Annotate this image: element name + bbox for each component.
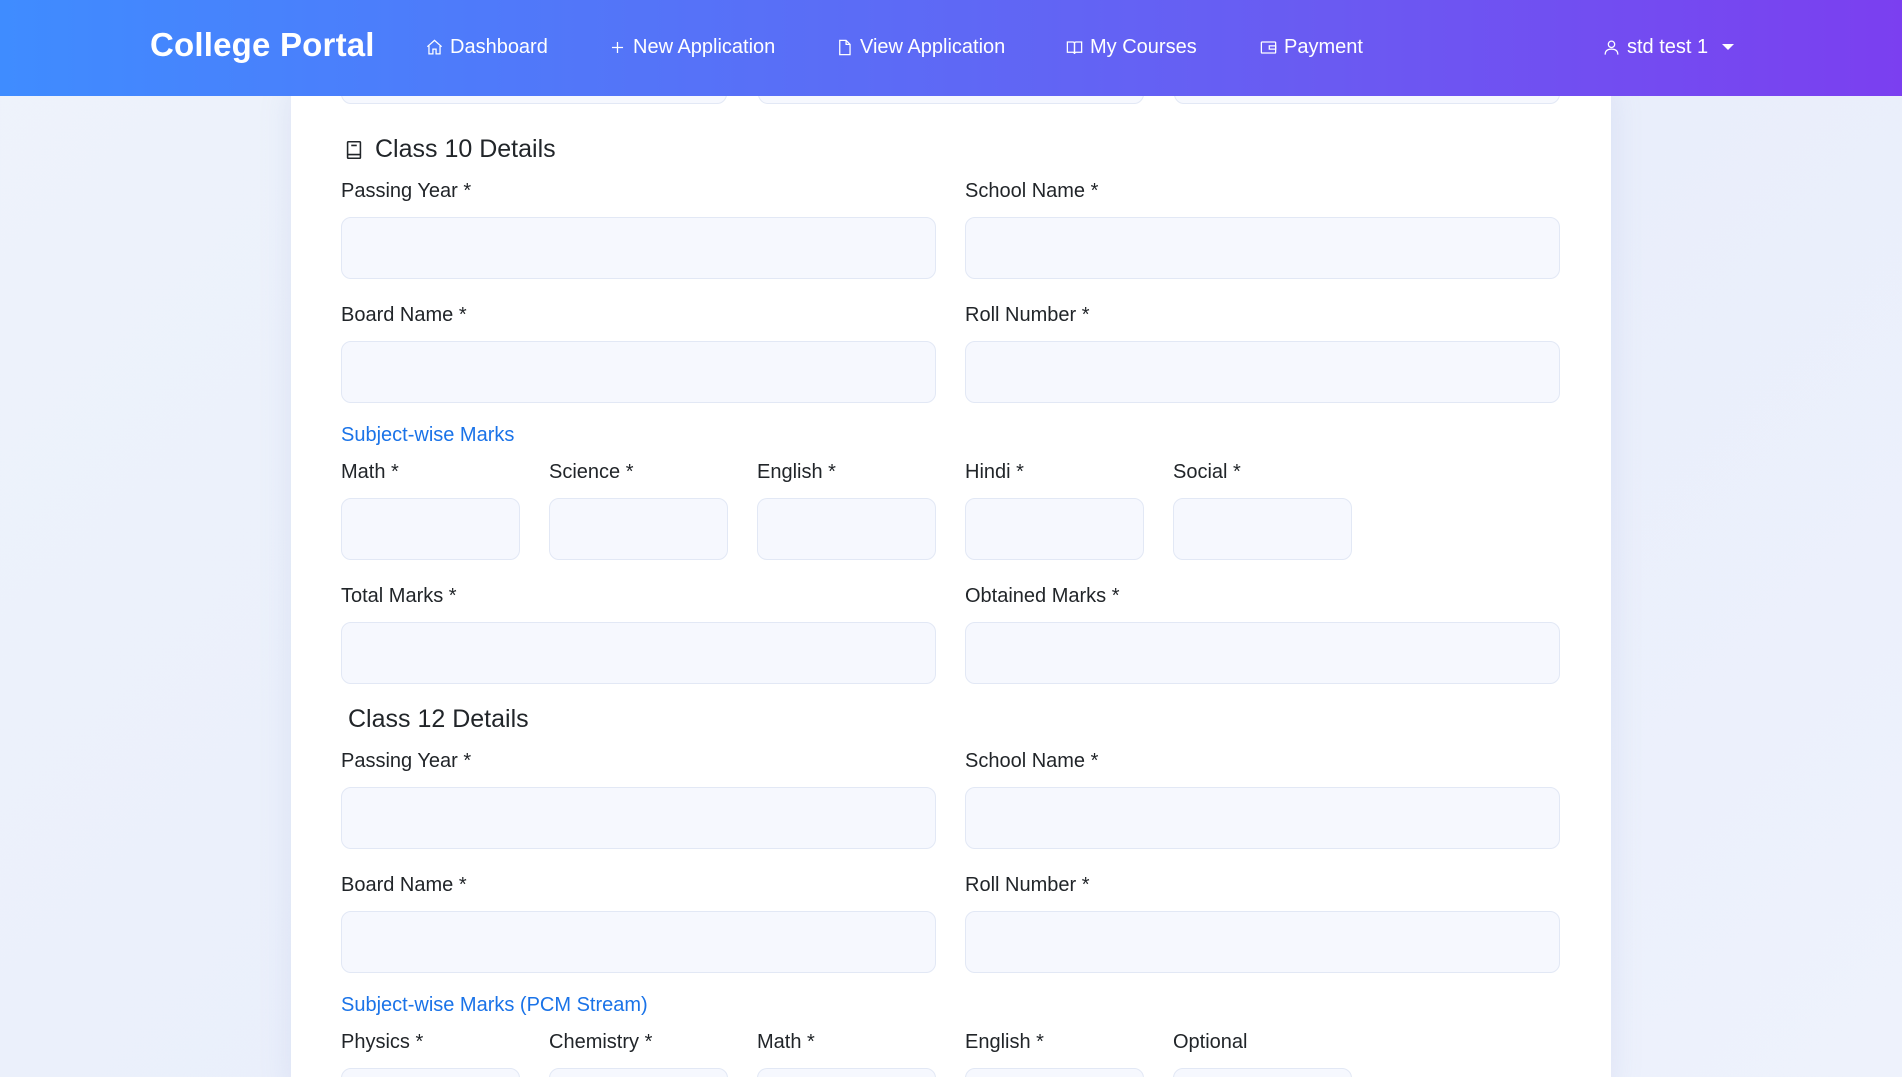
class10-math-input[interactable] [341,498,520,560]
class12-board-name-label: Board Name * [341,874,467,896]
class12-english-label: English * [965,1031,1044,1053]
class10-obtained-marks-input[interactable] [965,622,1560,684]
class10-title-text: Class 10 Details [375,135,556,163]
brand-logo[interactable]: College Portal [150,26,375,64]
class10-hindi-label: Hindi * [965,461,1024,483]
class10-marks-subtitle: Subject-wise Marks [341,424,515,446]
class10-hindi-input[interactable] [965,498,1144,560]
class10-math-label: Math * [341,461,399,483]
class10-school-name-label: School Name * [965,180,1099,202]
top-navbar: College Portal Dashboard New Application… [0,0,1902,96]
class10-board-name-label: Board Name * [341,304,467,326]
class10-passing-year-input[interactable] [341,217,936,279]
class12-math-label: Math * [757,1031,815,1053]
class10-school-name-input[interactable] [965,217,1560,279]
class10-roll-number-input[interactable] [965,341,1560,403]
nav-new-application-label: New Application [633,35,776,58]
class12-section-title: Class 12 Details [348,705,529,734]
book-open-icon [1066,40,1083,54]
nav-my-courses[interactable]: My Courses [1065,34,1197,60]
class10-science-label: Science * [549,461,634,483]
class12-roll-number-input[interactable] [965,911,1560,973]
class10-total-marks-label: Total Marks * [341,585,457,607]
class12-school-name-input[interactable] [965,787,1560,849]
class10-total-marks-input[interactable] [341,622,936,684]
class12-chemistry-input[interactable] [549,1068,728,1077]
application-form-card: Class 10 Details Passing Year * School N… [291,50,1611,1077]
class12-passing-year-input[interactable] [341,787,936,849]
file-icon [839,39,851,55]
class10-social-label: Social * [1173,461,1241,483]
class10-obtained-marks-label: Obtained Marks * [965,585,1120,607]
class12-physics-label: Physics * [341,1031,424,1053]
nav-dashboard[interactable]: Dashboard [425,34,548,60]
class12-board-name-input[interactable] [341,911,936,973]
nav-payment-label: Payment [1284,35,1363,58]
class10-board-name-input[interactable] [341,341,936,403]
class12-chemistry-label: Chemistry * [549,1031,653,1053]
plus-icon [611,41,624,53]
class12-math-input[interactable] [757,1068,936,1077]
class10-english-input[interactable] [757,498,936,560]
user-icon [1604,40,1619,55]
class12-title-text: Class 12 Details [348,705,529,733]
class10-social-input[interactable] [1173,498,1352,560]
class12-marks-subtitle: Subject-wise Marks (PCM Stream) [341,994,648,1016]
nav-payment[interactable]: Payment [1259,34,1363,60]
book-icon [346,140,362,159]
nav-view-application[interactable]: View Application [835,34,1005,60]
user-menu-toggle[interactable]: std test 1 [1602,34,1735,60]
chevron-down-icon [1722,44,1735,50]
class12-roll-number-label: Roll Number * [965,874,1090,896]
class12-english-input[interactable] [965,1068,1144,1077]
nav-new-application[interactable]: New Application [608,34,775,60]
class12-optional-label: Optional [1173,1031,1248,1053]
class12-school-name-label: School Name * [965,750,1099,772]
class10-science-input[interactable] [549,498,728,560]
class12-optional-input[interactable] [1173,1068,1352,1077]
class10-section-title: Class 10 Details [343,135,556,164]
nav-my-courses-label: My Courses [1090,35,1197,58]
class10-passing-year-label: Passing Year * [341,180,472,202]
class12-physics-input[interactable] [341,1068,520,1077]
home-icon [426,39,443,54]
nav-dashboard-label: Dashboard [450,35,548,58]
class10-english-label: English * [757,461,836,483]
wallet-icon [1260,40,1277,54]
user-name: std test 1 [1627,35,1709,58]
nav-view-application-label: View Application [860,35,1006,58]
class12-passing-year-label: Passing Year * [341,750,472,772]
class10-roll-number-label: Roll Number * [965,304,1090,326]
